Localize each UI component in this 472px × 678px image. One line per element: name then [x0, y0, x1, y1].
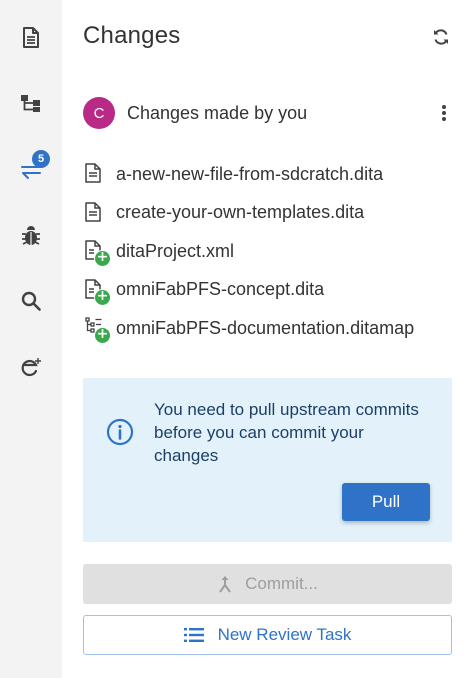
activity-extensions[interactable]: [0, 346, 62, 390]
added-status-icon: +: [94, 250, 111, 268]
files-icon: [23, 27, 39, 48]
activity-outline[interactable]: [0, 81, 62, 125]
refresh-icon: [434, 29, 448, 45]
commit-button[interactable]: Commit...: [83, 564, 452, 604]
added-status-icon: +: [94, 288, 111, 306]
refresh-button[interactable]: [428, 24, 454, 50]
pull-button[interactable]: Pull: [342, 483, 430, 521]
commit-label: Commit...: [245, 574, 318, 593]
notice-message: You need to pull upstream commits before…: [154, 400, 419, 465]
list-item[interactable]: a-new-new-file-from-sdcratch.dita: [83, 155, 462, 194]
list-item[interactable]: create-your-own-templates.dita: [83, 194, 462, 233]
avatar: C: [83, 97, 115, 129]
extensions-icon: [21, 358, 41, 377]
changes-panel: Changes C Changes made by you a-new-new-…: [62, 0, 472, 678]
changed-files-list: a-new-new-file-from-sdcratch.dita create…: [83, 155, 462, 348]
bug-icon: [22, 226, 40, 245]
document-icon: [85, 202, 101, 222]
panel-title: Changes: [83, 22, 181, 49]
review-label: New Review Task: [217, 625, 352, 644]
search-icon: [21, 291, 41, 311]
activity-files[interactable]: [0, 16, 62, 60]
list-item[interactable]: + omniFabPFS-documentation.ditamap: [83, 309, 462, 348]
list-icon: [183, 628, 204, 642]
activity-changes[interactable]: 5: [0, 148, 62, 192]
added-status-icon: +: [94, 327, 111, 345]
activity-search[interactable]: [0, 279, 62, 323]
file-name: omniFabPFS-concept.dita: [116, 279, 325, 300]
activity-bar: 5: [0, 0, 62, 678]
more-options-button[interactable]: [432, 101, 456, 125]
activity-debug[interactable]: [0, 214, 62, 258]
list-item[interactable]: + ditaProject.xml: [83, 232, 462, 271]
outline-icon: [21, 95, 40, 112]
changes-section-header[interactable]: C Changes made by you: [83, 97, 456, 129]
document-icon: [85, 163, 101, 183]
changes-count-badge: 5: [32, 150, 50, 168]
info-icon: [106, 418, 134, 446]
new-review-task-button[interactable]: New Review Task: [83, 615, 452, 655]
merge-icon: [217, 575, 233, 593]
pull-required-notice: You need to pull upstream commits before…: [83, 378, 452, 542]
file-name: ditaProject.xml: [116, 240, 235, 261]
more-vertical-icon: [442, 105, 446, 121]
file-name: a-new-new-file-from-sdcratch.dita: [116, 163, 384, 184]
file-name: create-your-own-templates.dita: [116, 202, 365, 223]
list-item[interactable]: + omniFabPFS-concept.dita: [83, 271, 462, 310]
section-title: Changes made by you: [127, 102, 308, 123]
file-name: omniFabPFS-documentation.ditamap: [116, 317, 415, 338]
